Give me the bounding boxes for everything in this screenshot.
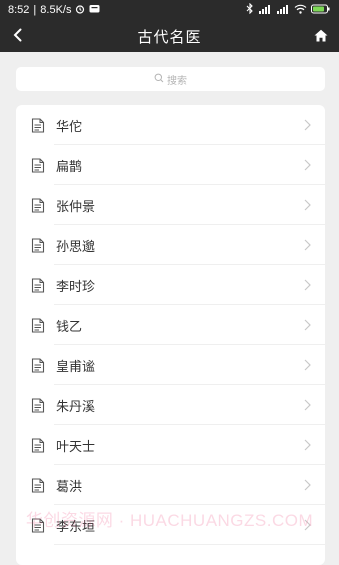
list-item[interactable]: 钱乙 xyxy=(16,305,325,345)
chevron-left-icon xyxy=(12,27,24,46)
document-icon xyxy=(30,477,46,493)
bluetooth-icon xyxy=(246,2,254,17)
page-title: 古代名医 xyxy=(137,27,202,46)
battery-icon xyxy=(311,4,331,17)
list-item[interactable]: 皇甫谧 xyxy=(16,345,325,385)
chevron-right-icon xyxy=(297,399,317,411)
home-button[interactable] xyxy=(309,24,333,48)
status-bar-right xyxy=(246,2,331,17)
list-item-label: 叶天士 xyxy=(56,439,96,455)
status-time: 8:52 xyxy=(8,4,30,16)
home-icon xyxy=(314,27,328,46)
alarm-icon xyxy=(75,4,85,17)
list-item[interactable]: 扁鹊 xyxy=(16,145,325,185)
document-icon xyxy=(30,277,46,293)
list-item-label: 孙思邈 xyxy=(56,239,96,255)
search-placeholder: 搜索 xyxy=(167,75,187,87)
chevron-right-icon xyxy=(297,119,317,131)
search-icon xyxy=(154,73,164,86)
chevron-right-icon xyxy=(297,199,317,211)
list-item[interactable]: 李时珍 xyxy=(16,265,325,305)
document-icon xyxy=(30,397,46,413)
list-item[interactable]: 华佗 xyxy=(16,105,325,145)
status-bar-left: 8:52 | 8.5K/s xyxy=(8,4,100,17)
document-icon xyxy=(30,517,46,533)
document-icon xyxy=(30,117,46,133)
signal-icon-2 xyxy=(276,4,290,17)
document-icon xyxy=(30,357,46,373)
document-icon xyxy=(30,437,46,453)
list-item[interactable]: 李东垣 xyxy=(16,505,325,545)
status-bar: 8:52 | 8.5K/s xyxy=(0,0,339,20)
chevron-right-icon xyxy=(297,479,317,491)
document-icon xyxy=(30,317,46,333)
nav-bar: 古代名医 xyxy=(0,20,339,52)
document-icon xyxy=(30,237,46,253)
status-separator: | xyxy=(33,4,37,16)
document-icon xyxy=(30,197,46,213)
chevron-right-icon xyxy=(297,359,317,371)
wifi-icon xyxy=(294,4,307,17)
list-item-label: 李东垣 xyxy=(56,519,96,535)
physician-list: 华佗扁鹊张仲景孙思邈李时珍钱乙皇甫谧朱丹溪叶天士葛洪李东垣 xyxy=(16,105,325,565)
list-item[interactable]: 孙思邈 xyxy=(16,225,325,265)
list-item-label: 扁鹊 xyxy=(56,159,83,175)
status-speed: 8.5K/s xyxy=(40,4,72,16)
chevron-right-icon xyxy=(297,279,317,291)
chevron-right-icon xyxy=(297,159,317,171)
list-item[interactable]: 朱丹溪 xyxy=(16,385,325,425)
list-item[interactable]: 张仲景 xyxy=(16,185,325,225)
back-button[interactable] xyxy=(6,24,30,48)
list-item-label: 朱丹溪 xyxy=(56,399,96,415)
chevron-right-icon xyxy=(297,519,317,531)
list-item[interactable]: 叶天士 xyxy=(16,425,325,465)
list-item-label: 葛洪 xyxy=(56,479,83,495)
message-icon xyxy=(89,4,100,17)
signal-icon xyxy=(258,4,272,17)
chevron-right-icon xyxy=(297,239,317,251)
list-item-label: 皇甫谧 xyxy=(56,359,96,375)
search-input[interactable]: 搜索 xyxy=(16,67,325,91)
list-item-label: 张仲景 xyxy=(56,199,96,215)
list-item-label: 华佗 xyxy=(56,119,83,135)
list-item-label: 钱乙 xyxy=(56,319,83,335)
chevron-right-icon xyxy=(297,319,317,331)
document-icon xyxy=(30,157,46,173)
list-item-label: 李时珍 xyxy=(56,279,96,295)
chevron-right-icon xyxy=(297,439,317,451)
list-item[interactable]: 葛洪 xyxy=(16,465,325,505)
